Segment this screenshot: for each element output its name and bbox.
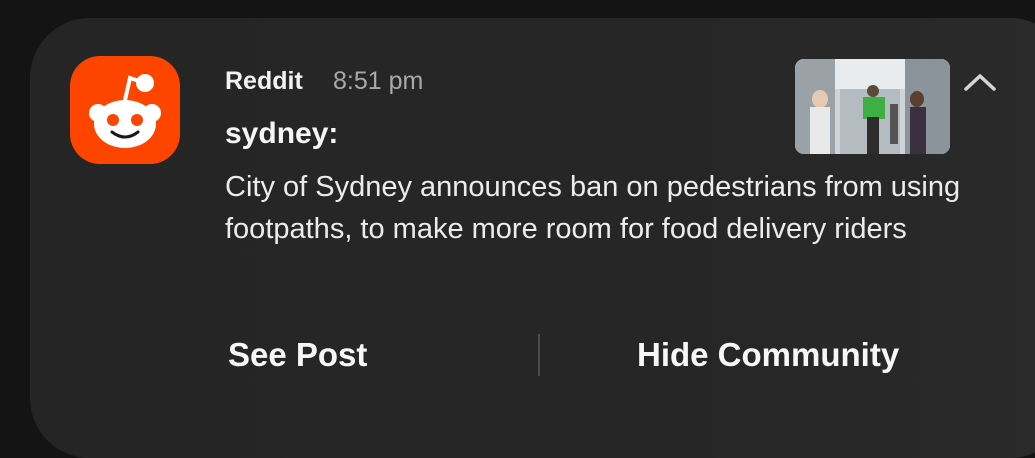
chevron-up-icon <box>964 74 996 91</box>
notification-title: sydney: <box>225 117 339 150</box>
app-name: Reddit <box>225 67 303 95</box>
collapse-button[interactable] <box>960 66 1000 98</box>
action-divider <box>538 334 540 376</box>
see-post-button[interactable]: See Post <box>228 333 367 377</box>
notification-body: City of Sydney announces ban on pedestri… <box>225 171 961 245</box>
reddit-app-icon <box>70 56 180 164</box>
notification-timestamp: 8:51 pm <box>333 67 424 95</box>
post-thumbnail[interactable] <box>795 59 950 154</box>
hide-community-button[interactable]: Hide Community <box>637 333 899 377</box>
